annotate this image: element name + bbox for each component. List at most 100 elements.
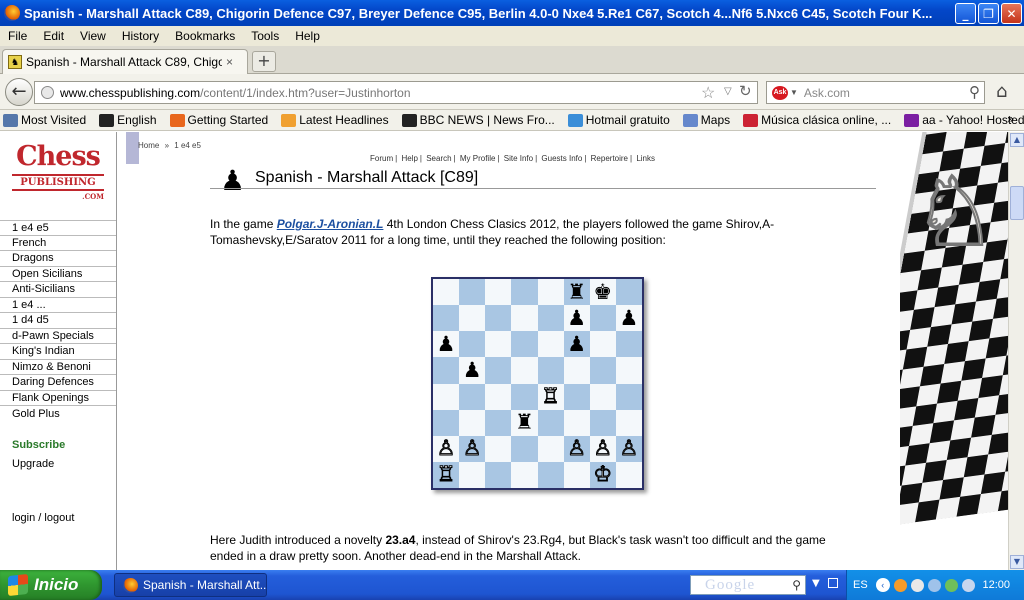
bookmark-hotmail[interactable]: Hotmail gratuito (565, 113, 670, 127)
bookmark-yahoo-hosted[interactable]: aa - Yahoo! Hosted S... (901, 113, 1024, 127)
article-paragraph-2: Here Judith introduced a novelty 23.a4, … (210, 532, 860, 564)
board-square (563, 357, 590, 384)
bookmarks-toolbar: Most Visited English Getting Started Lat… (0, 110, 1024, 131)
url-history-dropdown-icon[interactable]: ▽ (724, 86, 732, 97)
game-link[interactable]: Polgar.J-Aronian.L (277, 217, 384, 231)
text: In the game (210, 217, 277, 231)
breadcrumb-home[interactable]: Home (138, 141, 159, 150)
link-search[interactable]: Search (426, 154, 451, 163)
login-link[interactable]: login (12, 512, 35, 524)
language-indicator[interactable]: ES (853, 579, 868, 591)
bookmark-maps[interactable]: Maps (680, 113, 730, 127)
window-title-bar[interactable]: Spanish - Marshall Attack C89, Chigorin … (0, 0, 1024, 26)
scroll-up-arrow-icon[interactable]: ▲ (1010, 133, 1024, 147)
google-toolbar-search[interactable]: Google ⚲ (690, 575, 806, 595)
nav-item-1-d4-d5[interactable]: 1 d4 d5 (0, 313, 116, 329)
nav-item-daring-defences[interactable]: Daring Defences (0, 375, 116, 391)
tray-app-icon[interactable] (944, 578, 958, 592)
nav-item-1-e4-e5[interactable]: 1 e4 e5 (0, 220, 116, 236)
page-scrollbar[interactable]: ▲ ▼ (1008, 132, 1024, 570)
board-square (433, 305, 460, 332)
tray-network-icon[interactable] (927, 578, 941, 592)
link-repertoire[interactable]: Repertoire (591, 154, 628, 163)
link-my-profile[interactable]: My Profile (460, 154, 496, 163)
bookmark-star-icon[interactable]: ☆ (701, 83, 715, 103)
sidebar-divider (116, 132, 117, 570)
pawn-icon: ♟ (220, 164, 246, 197)
nav-item-french[interactable]: French (0, 236, 116, 251)
bookmark-getting-started[interactable]: Getting Started (167, 113, 268, 127)
upgrade-link[interactable]: Upgrade (12, 458, 54, 470)
toolbar-options-arrow-icon[interactable]: ▼ (812, 578, 820, 589)
menu-edit[interactable]: Edit (43, 29, 64, 43)
menu-view[interactable]: View (80, 29, 106, 43)
bookmarks-overflow-chevron[interactable]: » (1007, 112, 1014, 126)
nav-item-nimzo-benoni[interactable]: Nimzo & Benoni (0, 360, 116, 375)
show-desktop-icon[interactable] (828, 578, 838, 588)
board-square (537, 357, 564, 384)
nav-item-king-s-indian[interactable]: King's Indian (0, 344, 116, 360)
ask-engine-icon[interactable]: Ask (772, 85, 788, 100)
tray-app-icon[interactable] (893, 578, 907, 592)
link-site-info[interactable]: Site Info (504, 154, 533, 163)
menu-file[interactable]: File (8, 29, 27, 43)
site-logo[interactable]: Chess PUBLISHING .COM (12, 142, 104, 214)
link-forum[interactable]: Forum (370, 154, 393, 163)
minimize-button[interactable]: _ (955, 3, 976, 24)
tray-expand-icon[interactable]: ‹ (875, 578, 890, 592)
home-icon[interactable]: ⌂ (996, 81, 1007, 102)
nav-item-1-e4[interactable]: 1 e4 ... (0, 298, 116, 313)
maximize-button[interactable]: ❐ (978, 3, 999, 24)
reload-icon[interactable]: ↻ (739, 82, 752, 100)
tray-volume-icon[interactable] (961, 578, 975, 592)
search-engine-dropdown-icon[interactable]: ▼ (790, 88, 798, 97)
gold-plus-link[interactable]: Gold Plus (12, 408, 60, 420)
link-links[interactable]: Links (636, 154, 655, 163)
nav-item-anti-sicilians[interactable]: Anti-Sicilians (0, 282, 116, 298)
search-icon[interactable]: ⚲ (792, 576, 802, 594)
login-logout: login / logout (12, 512, 74, 524)
search-icon[interactable]: ⚲ (969, 83, 980, 101)
menu-bookmarks[interactable]: Bookmarks (175, 29, 235, 43)
tab-bar: ♞ Spanish - Marshall Attack C89, Chigori… (0, 46, 1024, 74)
bookmark-latest-headlines[interactable]: Latest Headlines (278, 113, 389, 127)
new-tab-button[interactable]: + (252, 51, 276, 72)
menu-tools[interactable]: Tools (251, 29, 279, 43)
back-button[interactable]: ← (5, 78, 33, 106)
close-button[interactable]: ✕ (1001, 3, 1022, 24)
tray-app-icon[interactable] (910, 578, 924, 592)
nav-item-d-pawn-specials[interactable]: d-Pawn Specials (0, 329, 116, 344)
google-watermark: Google (705, 577, 756, 593)
url-bar[interactable]: www.chesspublishing.com/content/1/index.… (34, 81, 758, 104)
white-pawn-icon: ♙ (462, 436, 482, 461)
nav-item-flank-openings[interactable]: Flank Openings (0, 391, 116, 406)
black-rook-icon: ♜ (515, 410, 534, 435)
nav-item-open-sicilians[interactable]: Open Sicilians (0, 267, 116, 282)
board-square (511, 383, 538, 410)
bookmark-bbc-news[interactable]: BBC NEWS | News Fro... (399, 113, 555, 127)
link-guests-info[interactable]: Guests Info (541, 154, 582, 163)
menu-help[interactable]: Help (295, 29, 320, 43)
bookmark-most-visited[interactable]: Most Visited (0, 113, 86, 127)
board-square (615, 383, 642, 410)
taskbar-firefox-window[interactable]: Spanish - Marshall Att... (114, 573, 267, 597)
board-square (485, 435, 512, 462)
scroll-thumb[interactable] (1010, 186, 1024, 220)
tab-active[interactable]: ♞ Spanish - Marshall Attack C89, Chigori… (2, 49, 248, 74)
logout-link[interactable]: logout (44, 512, 74, 524)
subscribe-link[interactable]: Subscribe (12, 439, 65, 451)
menu-history[interactable]: History (122, 29, 159, 43)
nav-item-dragons[interactable]: Dragons (0, 251, 116, 267)
bookmark-english[interactable]: English (96, 113, 157, 127)
black-pawn-icon: ♟ (436, 331, 456, 356)
start-button[interactable]: Inicio (0, 570, 102, 600)
search-box[interactable]: Ask ▼ Ask.com ⚲ (766, 81, 985, 104)
breadcrumb-current[interactable]: 1 e4 e5 (174, 141, 201, 150)
link-help[interactable]: Help (401, 154, 417, 163)
board-square (537, 331, 564, 358)
scroll-down-arrow-icon[interactable]: ▼ (1010, 555, 1024, 569)
search-input[interactable]: Ask.com (804, 86, 850, 100)
start-label: Inicio (34, 575, 79, 594)
tab-close-icon[interactable]: × (226, 55, 233, 69)
bookmark-musica-clasica[interactable]: Música clásica online, ... (740, 113, 891, 127)
